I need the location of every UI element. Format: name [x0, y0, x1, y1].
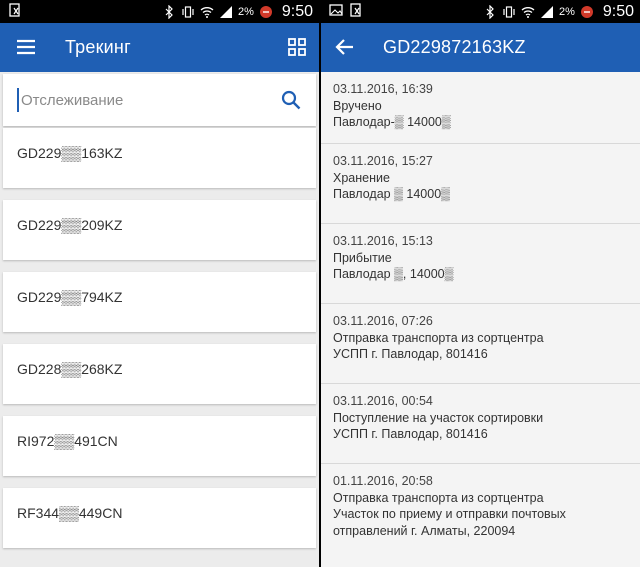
tracking-event: 03.11.2016, 16:39 Вручено Павлодар-▒ 140…: [321, 72, 640, 144]
signal-icon: [540, 5, 554, 19]
event-date: 03.11.2016, 15:27: [333, 154, 433, 168]
tracking-number: GD229▒▒163KZ: [17, 145, 123, 161]
event-date: 01.11.2016, 20:58: [333, 474, 433, 488]
search-icon[interactable]: [280, 89, 302, 111]
event-location: УСПП г. Павлодар, 801416: [333, 347, 488, 361]
vibrate-icon: [502, 5, 516, 19]
tracking-list-item[interactable]: GD229▒▒794KZ: [3, 272, 316, 332]
tracking-event: 01.11.2016, 20:58 Отправка транспорта из…: [321, 464, 640, 567]
vibrate-icon: [181, 5, 195, 19]
event-status: Хранение: [333, 170, 390, 185]
clock: 9:50: [602, 2, 634, 20]
hamburger-menu-icon[interactable]: [14, 35, 38, 59]
app-bar: GD229872163KZ: [321, 23, 640, 72]
tracking-search-input[interactable]: [21, 88, 261, 112]
status-bar: 2% 9:50: [321, 0, 640, 23]
page-title: GD229872163KZ: [383, 37, 526, 57]
tracking-number: GD229▒▒209KZ: [17, 217, 123, 233]
event-status: Вручено: [333, 98, 382, 113]
tracking-number: GD229▒▒794KZ: [17, 289, 123, 305]
tracking-list-item[interactable]: GD229▒▒163KZ: [3, 128, 316, 188]
event-location: Павлодар ▒ 14000▒: [333, 187, 451, 201]
tracking-events-list: 03.11.2016, 16:39 Вручено Павлодар-▒ 140…: [321, 72, 640, 567]
tracking-list-screen: 2% 9:50 Трекинг GD229▒▒163KZ GD229▒▒209K…: [0, 0, 319, 567]
tracking-event: 03.11.2016, 00:54 Поступление на участок…: [321, 384, 640, 464]
bluetooth-icon: [162, 4, 176, 19]
event-location: Павлодар-▒ 14000▒: [333, 115, 451, 129]
event-status: Поступление на участок сортировки: [333, 410, 544, 425]
bluetooth-icon: [483, 4, 497, 19]
app-bar: Трекинг: [0, 23, 319, 72]
event-date: 03.11.2016, 07:26: [333, 314, 433, 328]
tracking-list: GD229▒▒163KZ GD229▒▒209KZ GD229▒▒794KZ G…: [3, 128, 316, 560]
event-location: Участок по приему и отправки почтовых от…: [333, 507, 566, 538]
wifi-icon: [200, 5, 214, 19]
event-date: 03.11.2016, 00:54: [333, 394, 433, 408]
battery-percent: 2%: [237, 5, 254, 18]
event-location: УСПП г. Павлодар, 801416: [333, 427, 488, 441]
tracking-list-item[interactable]: GD228▒▒268KZ: [3, 344, 316, 404]
image-notification-icon: [329, 3, 343, 17]
signal-icon: [219, 5, 233, 19]
no-sim-icon: [349, 3, 363, 17]
text-cursor: [17, 88, 19, 112]
tracking-event: 03.11.2016, 15:13 Прибытие Павлодар ▒, 1…: [321, 224, 640, 304]
tracking-number: RF344▒▒449CN: [17, 505, 123, 521]
battery-saver-icon: [259, 5, 273, 19]
tracking-event: 03.11.2016, 07:26 Отправка транспорта из…: [321, 304, 640, 384]
event-status: Прибытие: [333, 250, 392, 265]
tracking-list-item[interactable]: RF344▒▒449CN: [3, 488, 316, 548]
event-date: 03.11.2016, 16:39: [333, 82, 433, 96]
tracking-event: 03.11.2016, 15:27 Хранение Павлодар ▒ 14…: [321, 144, 640, 224]
battery-saver-icon: [580, 5, 594, 19]
status-bar: 2% 9:50: [0, 0, 319, 23]
battery-percent: 2%: [558, 5, 575, 18]
tracking-detail-screen: 2% 9:50 GD229872163KZ 03.11.2016, 16:39 …: [321, 0, 640, 567]
tracking-number: RI972▒▒491CN: [17, 433, 118, 449]
tracking-list-item[interactable]: RI972▒▒491CN: [3, 416, 316, 476]
wifi-icon: [521, 5, 535, 19]
tracking-number: GD228▒▒268KZ: [17, 361, 123, 377]
arrow-back-icon[interactable]: [333, 35, 357, 59]
search-card: [3, 74, 316, 126]
grid-view-icon[interactable]: [285, 35, 309, 59]
tracking-list-item[interactable]: GD229▒▒209KZ: [3, 200, 316, 260]
event-location: Павлодар ▒, 14000▒: [333, 267, 454, 281]
page-title: Трекинг: [65, 37, 131, 57]
clock: 9:50: [281, 2, 313, 20]
no-sim-icon: [8, 3, 22, 17]
event-date: 03.11.2016, 15:13: [333, 234, 433, 248]
event-status: Отправка транспорта из сортцентра: [333, 330, 544, 345]
event-status: Отправка транспорта из сортцентра: [333, 490, 544, 505]
